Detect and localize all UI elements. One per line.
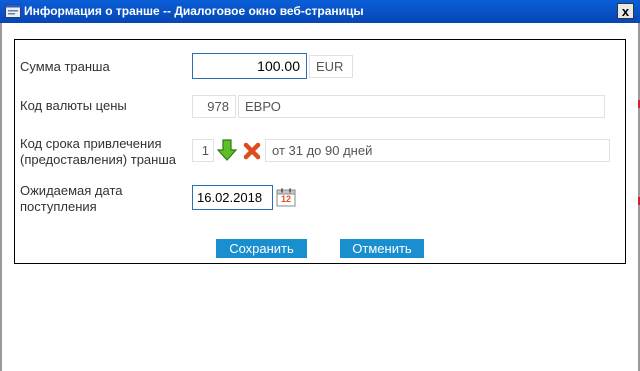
expected-date-label-line2: поступления: [20, 199, 97, 214]
currency-code-label: Код валюты цены: [20, 98, 127, 113]
window-icon: [5, 4, 21, 18]
arrow-down-icon[interactable]: [217, 139, 237, 162]
term-code-label-line1: Код срока привлечения: [20, 136, 162, 151]
currency-code-value: 978: [192, 95, 236, 118]
currency-name-value: ЕВРО: [238, 95, 605, 118]
close-button[interactable]: x: [617, 3, 634, 19]
amount-input[interactable]: 100.00: [192, 53, 307, 79]
amount-currency: EUR: [309, 55, 353, 78]
save-button[interactable]: Сохранить: [216, 239, 307, 258]
expected-date-input[interactable]: 16.02.2018: [192, 185, 273, 210]
window-left-border: [0, 23, 2, 371]
close-icon: x: [621, 3, 630, 19]
cancel-button[interactable]: Отменить: [340, 239, 424, 258]
term-code-label-line2: (предоставления) транша: [20, 152, 176, 167]
title-bar[interactable]: Информация о транше -- Диалоговое окно в…: [0, 0, 640, 23]
window-title: Информация о транше -- Диалоговое окно в…: [24, 4, 364, 18]
calendar-day: 12: [280, 194, 291, 204]
clear-icon[interactable]: [242, 141, 262, 161]
amount-label: Сумма транша: [20, 59, 110, 74]
term-code-value: 1: [192, 139, 214, 162]
term-description: от 31 до 90 дней: [265, 139, 610, 162]
expected-date-label-line1: Ожидаемая дата: [20, 183, 123, 198]
calendar-icon[interactable]: 12: [276, 188, 296, 207]
